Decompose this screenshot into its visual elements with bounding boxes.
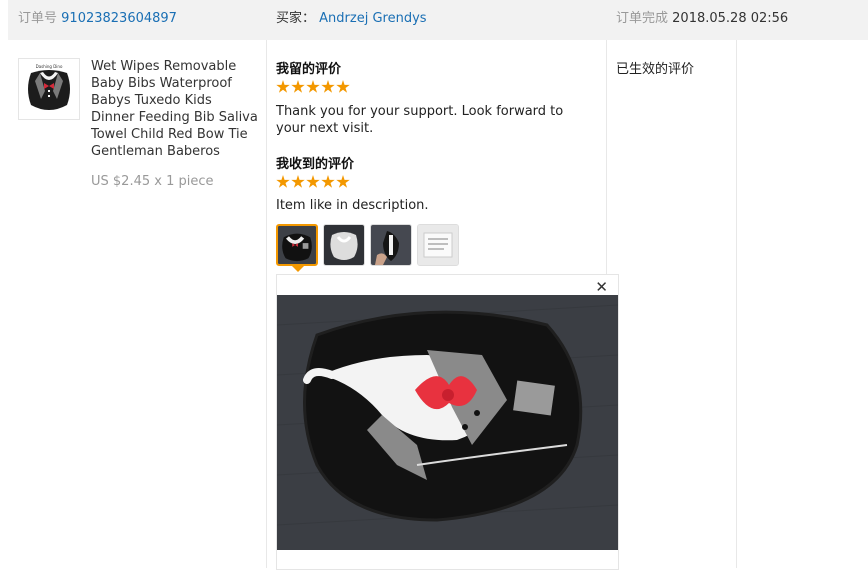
star-icon (336, 80, 350, 93)
order-number-link[interactable]: 91023823604897 (61, 11, 177, 26)
bib-photo-image (278, 226, 316, 264)
my-review-rating (276, 80, 350, 94)
product-price: US $2.45 x 1 piece (91, 174, 214, 189)
review-photo-thumb-4[interactable] (417, 224, 459, 266)
received-review-text: Item like in description. (276, 198, 429, 213)
buyer-group: 买家： Andrzej Grendys (276, 11, 427, 27)
received-review-rating (276, 175, 350, 189)
close-icon[interactable]: ✕ (595, 279, 608, 295)
star-icon (321, 175, 335, 188)
review-status: 已生效的评价 (616, 62, 695, 77)
my-review-text: Thank you for your support. Look forward… (276, 104, 564, 136)
column-divider (266, 40, 267, 568)
bib-product-image: Dashing Dino (19, 59, 79, 119)
star-icon (276, 175, 290, 188)
product-thumb-caption: Dashing Dino (36, 64, 63, 69)
bib-label-image (418, 225, 458, 265)
order-header: 订单号 91023823604897 买家： Andrzej Grendys 订… (8, 0, 868, 40)
product-title[interactable]: Wet Wipes Removable Baby Bibs Waterproof… (91, 58, 259, 160)
column-divider (736, 40, 737, 568)
star-icon (291, 175, 305, 188)
star-icon (306, 175, 320, 188)
photo-preview-panel: ✕ (276, 274, 619, 570)
bib-hand-image (371, 225, 411, 265)
buyer-name-link[interactable]: Andrzej Grendys (319, 11, 426, 26)
review-photo-thumb-2[interactable] (323, 224, 365, 266)
star-icon (306, 80, 320, 93)
star-icon (321, 80, 335, 93)
order-number-label: 订单号 (18, 11, 58, 26)
review-photo-thumb-1[interactable] (276, 224, 318, 266)
order-status-label: 订单完成 (616, 11, 669, 26)
star-icon (276, 80, 290, 93)
order-completed-group: 订单完成 2018.05.28 02:56 (616, 11, 788, 27)
star-icon (336, 175, 350, 188)
review-photo-thumb-3[interactable] (370, 224, 412, 266)
order-completed-time: 2018.05.28 02:56 (672, 11, 789, 26)
buyer-label: 买家： (276, 11, 316, 26)
bib-front-image (324, 225, 364, 265)
my-review-title: 我留的评价 (276, 62, 342, 77)
bib-large-image (277, 295, 618, 550)
star-icon (291, 80, 305, 93)
active-photo-caret (291, 265, 305, 272)
product-thumbnail[interactable]: Dashing Dino (18, 58, 80, 120)
preview-photo (277, 295, 618, 550)
order-number-group: 订单号 91023823604897 (18, 11, 177, 27)
received-review-title: 我收到的评价 (276, 157, 355, 172)
